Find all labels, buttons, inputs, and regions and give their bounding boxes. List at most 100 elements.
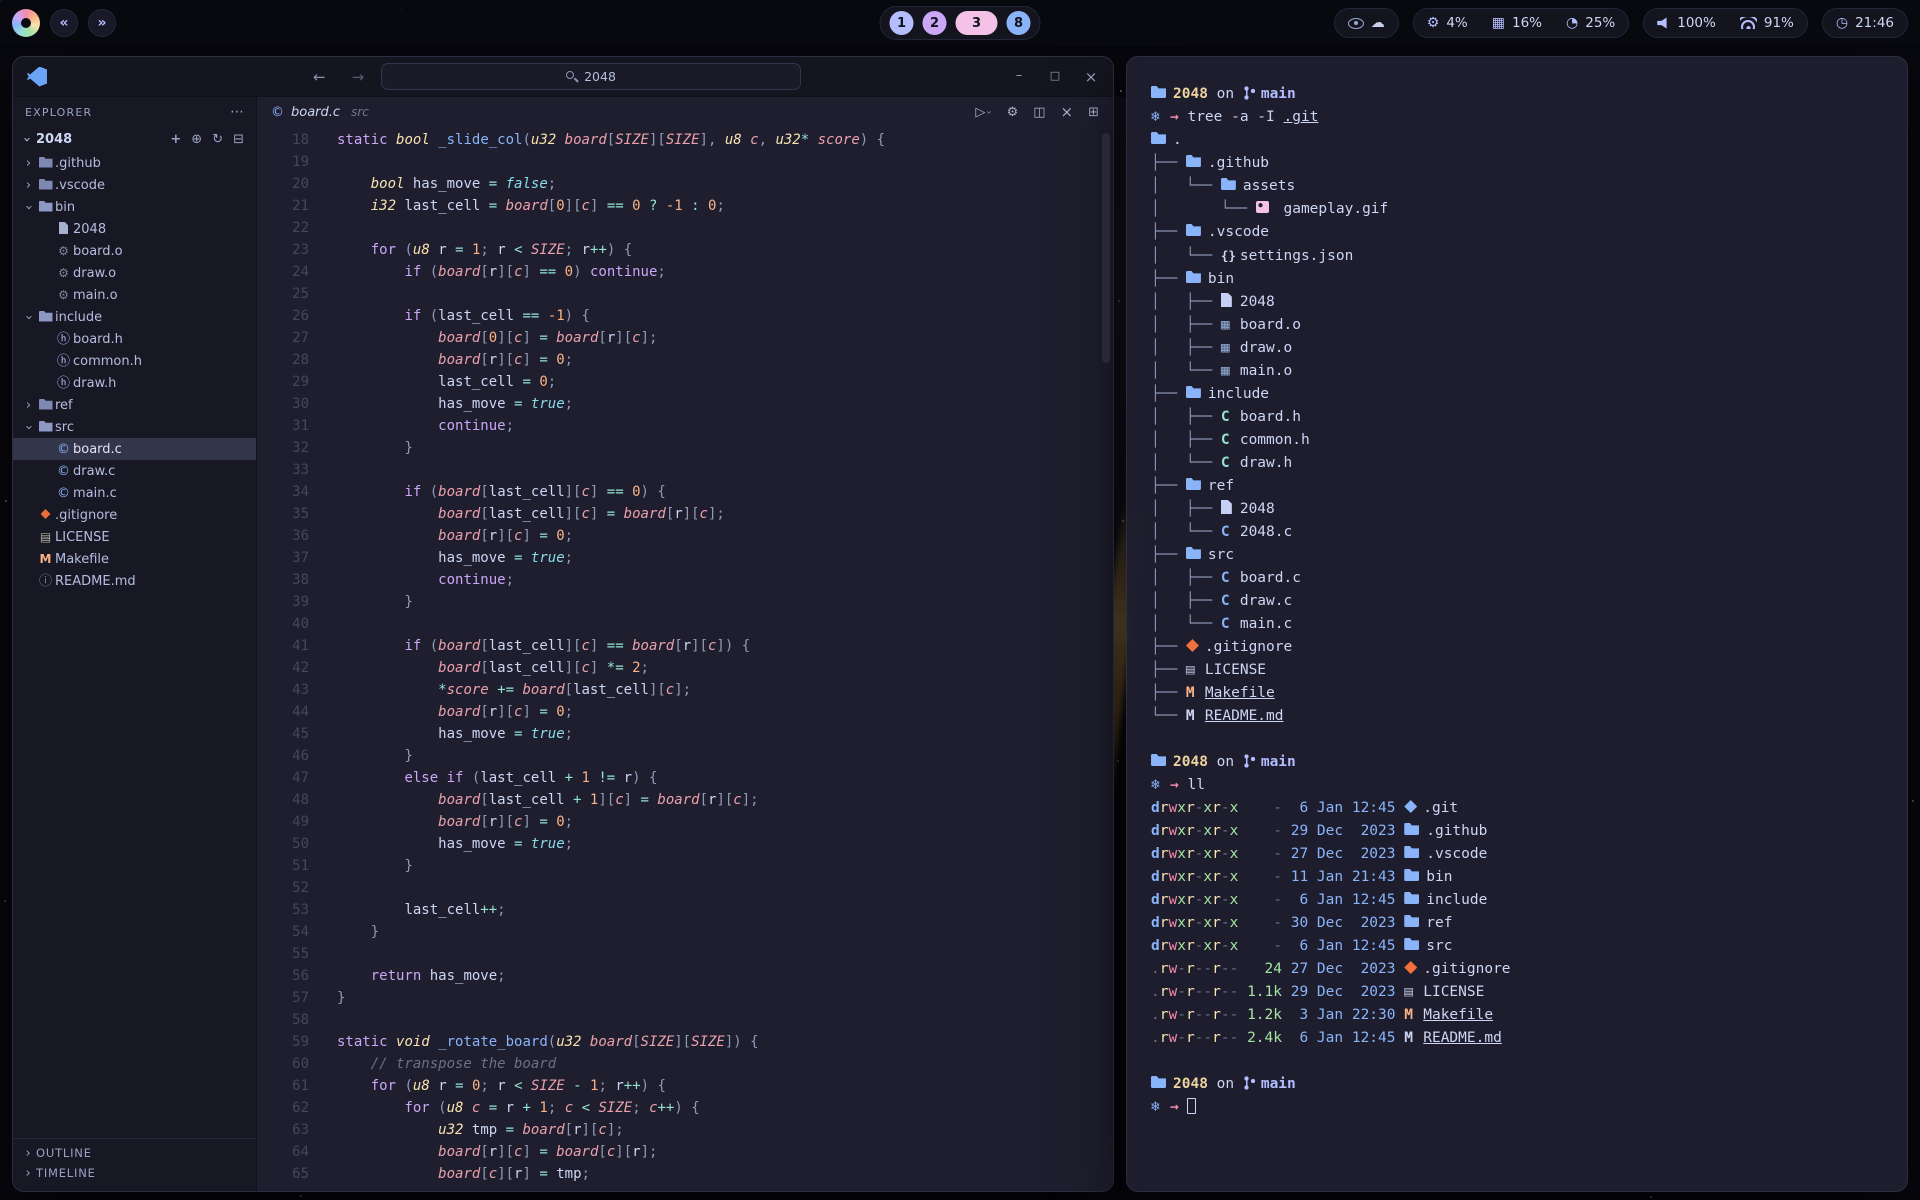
workspace-8[interactable]: 8: [1007, 11, 1031, 35]
code-line-32[interactable]: 32 }: [257, 437, 1113, 459]
minimize-button[interactable]: [1011, 68, 1027, 86]
sidebar-section-timeline[interactable]: TIMELINE: [13, 1163, 256, 1183]
code-line-51[interactable]: 51 }: [257, 855, 1113, 877]
chevron-right-icon[interactable]: [21, 398, 36, 413]
code-line-48[interactable]: 48 board[last_cell + 1][c] = board[r][c]…: [257, 789, 1113, 811]
terminal-window[interactable]: 2048 on main→ tree -a -I .git.├── .githu…: [1126, 56, 1908, 1192]
code-line-45[interactable]: 45 has_move = true;: [257, 723, 1113, 745]
code-line-21[interactable]: 21 i32 last_cell = board[0][c] == 0 ? -1…: [257, 195, 1113, 217]
code-line-29[interactable]: 29 last_cell = 0;: [257, 371, 1113, 393]
explorer-item-bin[interactable]: bin: [13, 196, 256, 218]
explorer-item-draw.c[interactable]: draw.c: [13, 460, 256, 482]
code-line-44[interactable]: 44 board[r][c] = 0;: [257, 701, 1113, 723]
system-stats-widget[interactable]: 4% 16% 25%: [1413, 8, 1629, 38]
refresh-icon[interactable]: [212, 132, 223, 147]
collapse-icon[interactable]: [233, 132, 244, 147]
terminal-cursor[interactable]: [1187, 1098, 1196, 1114]
explorer-item-ref[interactable]: ref: [13, 394, 256, 416]
code-line-30[interactable]: 30 has_move = true;: [257, 393, 1113, 415]
explorer-root-folder[interactable]: 2048: [13, 127, 256, 151]
code-line-42[interactable]: 42 board[last_cell][c] *= 2;: [257, 657, 1113, 679]
explorer-item-include[interactable]: include: [13, 306, 256, 328]
sidebar-section-outline[interactable]: OUTLINE: [13, 1143, 256, 1163]
code-line-24[interactable]: 24 if (board[r][c] == 0) continue;: [257, 261, 1113, 283]
maximize-button[interactable]: [1047, 68, 1063, 86]
navigate-forward-icon[interactable]: [352, 68, 365, 86]
code-line-19[interactable]: 19: [257, 151, 1113, 173]
code-line-38[interactable]: 38 continue;: [257, 569, 1113, 591]
code-line-54[interactable]: 54 }: [257, 921, 1113, 943]
code-line-37[interactable]: 37 has_move = true;: [257, 547, 1113, 569]
explorer-item-Makefile[interactable]: Makefile: [13, 548, 256, 570]
code-line-36[interactable]: 36 board[r][c] = 0;: [257, 525, 1113, 547]
run-icon[interactable]: [975, 105, 991, 120]
code-line-35[interactable]: 35 board[last_cell][c] = board[r][c];: [257, 503, 1113, 525]
code-line-47[interactable]: 47 else if (last_cell + 1 != r) {: [257, 767, 1113, 789]
clock-widget[interactable]: 21:46: [1822, 8, 1908, 38]
explorer-item-common.h[interactable]: common.h: [13, 350, 256, 372]
media-previous-button[interactable]: [50, 9, 78, 37]
code-line-50[interactable]: 50 has_move = true;: [257, 833, 1113, 855]
split-icon[interactable]: [1033, 105, 1045, 120]
editor-scrollbar[interactable]: [1102, 133, 1110, 363]
explorer-item-draw.o[interactable]: draw.o: [13, 262, 256, 284]
tab-board-c[interactable]: board.c src: [271, 105, 369, 120]
code-line-34[interactable]: 34 if (board[last_cell][c] == 0) {: [257, 481, 1113, 503]
code-line-40[interactable]: 40: [257, 613, 1113, 635]
command-search-input[interactable]: 2048: [381, 63, 801, 90]
code-line-59[interactable]: 59static void _rotate_board(u32 board[SI…: [257, 1031, 1113, 1053]
code-line-27[interactable]: 27 board[0][c] = board[r][c];: [257, 327, 1113, 349]
close-button[interactable]: [1083, 68, 1099, 86]
code-line-61[interactable]: 61 for (u8 r = 0; r < SIZE - 1; r++) {: [257, 1075, 1113, 1097]
code-line-22[interactable]: 22: [257, 217, 1113, 239]
code-line-65[interactable]: 65 board[c][r] = tmp;: [257, 1163, 1113, 1185]
workspace-3[interactable]: 3: [956, 11, 998, 35]
code-line-53[interactable]: 53 last_cell++;: [257, 899, 1113, 921]
code-line-43[interactable]: 43 *score += board[last_cell][c];: [257, 679, 1113, 701]
chevron-down-icon[interactable]: [21, 310, 36, 325]
explorer-item-LICENSE[interactable]: LICENSE: [13, 526, 256, 548]
code-line-56[interactable]: 56 return has_move;: [257, 965, 1113, 987]
code-line-55[interactable]: 55: [257, 943, 1113, 965]
explorer-more-icon[interactable]: ⋯: [230, 104, 244, 120]
chevron-right-icon[interactable]: [21, 156, 36, 171]
code-line-52[interactable]: 52: [257, 877, 1113, 899]
code-line-31[interactable]: 31 continue;: [257, 415, 1113, 437]
media-next-button[interactable]: [88, 9, 116, 37]
explorer-item-.github[interactable]: .github: [13, 152, 256, 174]
explorer-item-src[interactable]: src: [13, 416, 256, 438]
code-line-57[interactable]: 57}: [257, 987, 1113, 1009]
code-line-25[interactable]: 25: [257, 283, 1113, 305]
code-line-23[interactable]: 23 for (u8 r = 1; r < SIZE; r++) {: [257, 239, 1113, 261]
code-line-20[interactable]: 20 bool has_move = false;: [257, 173, 1113, 195]
code-line-49[interactable]: 49 board[r][c] = 0;: [257, 811, 1113, 833]
code-line-28[interactable]: 28 board[r][c] = 0;: [257, 349, 1113, 371]
launcher-gear-logo-icon[interactable]: [12, 9, 40, 37]
explorer-item-.vscode[interactable]: .vscode: [13, 174, 256, 196]
code-line-18[interactable]: 18static bool _slide_col(u32 board[SIZE]…: [257, 129, 1113, 151]
code-line-26[interactable]: 26 if (last_cell == -1) {: [257, 305, 1113, 327]
code-line-63[interactable]: 63 u32 tmp = board[r][c];: [257, 1119, 1113, 1141]
explorer-item-2048[interactable]: 2048: [13, 218, 256, 240]
workspace-1[interactable]: 1: [890, 11, 914, 35]
layout-icon[interactable]: [1088, 105, 1099, 120]
explorer-item-main.o[interactable]: main.o: [13, 284, 256, 306]
new-folder-icon[interactable]: [191, 132, 202, 147]
code-line-33[interactable]: 33: [257, 459, 1113, 481]
explorer-item-board.o[interactable]: board.o: [13, 240, 256, 262]
chevron-down-icon[interactable]: [21, 200, 36, 215]
explorer-item-README.md[interactable]: README.md: [13, 570, 256, 592]
explorer-item-draw.h[interactable]: draw.h: [13, 372, 256, 394]
explorer-item-board.h[interactable]: board.h: [13, 328, 256, 350]
code-line-41[interactable]: 41 if (board[last_cell][c] == board[r][c…: [257, 635, 1113, 657]
code-line-58[interactable]: 58: [257, 1009, 1113, 1031]
workspace-2[interactable]: 2: [923, 11, 947, 35]
code-line-60[interactable]: 60 // transpose the board: [257, 1053, 1113, 1075]
explorer-item-.gitignore[interactable]: .gitignore: [13, 504, 256, 526]
audio-network-widget[interactable]: 100% 91%: [1643, 8, 1808, 38]
code-editor[interactable]: 18static bool _slide_col(u32 board[SIZE]…: [257, 127, 1113, 1191]
navigate-back-icon[interactable]: [313, 68, 326, 86]
new-file-icon[interactable]: [170, 132, 181, 147]
code-line-62[interactable]: 62 for (u8 c = r + 1; c < SIZE; c++) {: [257, 1097, 1113, 1119]
code-line-39[interactable]: 39 }: [257, 591, 1113, 613]
